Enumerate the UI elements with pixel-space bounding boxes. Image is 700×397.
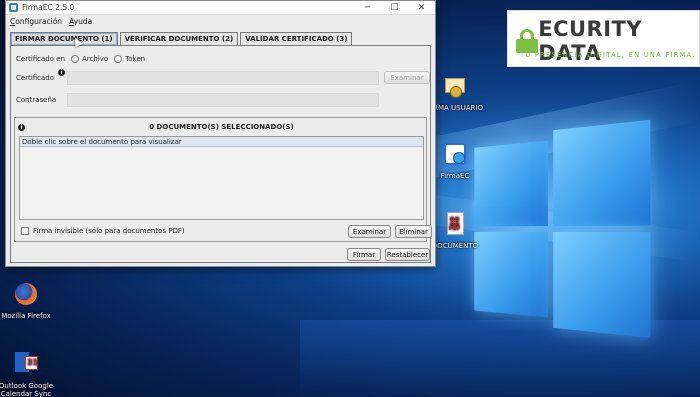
certificate-row: Certificado [16, 74, 54, 82]
invisible-signature-row: Firma invisible (sólo para documentos PD… [21, 227, 185, 235]
menu-label: yuda [73, 17, 93, 26]
minimize-button[interactable]: ─ [354, 1, 381, 15]
documents-panel: i 0 DOCUMENTO(S) SELECCIONADO(S) Doble c… [14, 117, 432, 242]
desktop-icon-label: Mozilla Firefox [1, 312, 51, 320]
radio-token-label: Token [125, 55, 146, 63]
certificate-source-label: Certificado en [16, 55, 66, 63]
password-field[interactable] [67, 93, 379, 107]
certificate-field[interactable] [67, 71, 379, 85]
invisible-signature-label: Firma invisible (sólo para documentos PD… [33, 227, 185, 235]
browse-documents-button[interactable]: Examinar [348, 225, 391, 238]
brand-tagline: TU PRESENCIA DIGITAL, EN UNA FIRMA. [520, 51, 696, 59]
sign-button[interactable]: Firmar [347, 248, 381, 261]
firefox-icon [12, 280, 40, 308]
tab-strip: FIRMAR DOCUMENTO (1) VERIFICAR DOCUMENTO… [10, 32, 354, 45]
remove-document-button[interactable]: Eliminar [395, 225, 432, 238]
password-label: Contraseña [16, 96, 57, 104]
certificate-envelope-icon [441, 72, 469, 100]
documents-list[interactable]: Doble clic sobre el documento para visua… [19, 136, 424, 220]
desktop-icon-firefox[interactable]: Mozilla Firefox [0, 280, 56, 320]
sign-tab-panel: Certificado en Archivo Token i Certifica… [10, 45, 432, 263]
info-icon: i [58, 69, 65, 76]
close-button[interactable]: ✕ [408, 1, 435, 15]
maximize-button[interactable]: ☐ [381, 1, 408, 15]
documents-hint-row[interactable]: Doble clic sobre el documento para visua… [20, 137, 423, 147]
radio-archivo-label: Archivo [82, 55, 109, 63]
lock-logo-icon [516, 29, 538, 53]
browse-certificate-button[interactable]: Examinar [384, 71, 430, 84]
pdf-file-icon: ⌘ PDF [441, 210, 469, 238]
outlook-calendar-icon: 31 [12, 350, 40, 378]
window-title: FirmaEC 2.5.0 [22, 3, 75, 12]
reset-button[interactable]: Restablecer [385, 248, 430, 261]
desktop-icon-outlook-sync[interactable]: 31 Outlook Google Calendar Sync [0, 350, 56, 397]
windows-logo-wallpaper [474, 119, 652, 341]
app-icon [9, 3, 18, 12]
menu-configuracion[interactable]: Configuración [10, 17, 62, 26]
invisible-signature-checkbox[interactable] [21, 227, 29, 235]
radio-archivo[interactable] [71, 55, 80, 63]
tab-verificar-documento[interactable]: VERIFICAR DOCUMENTO (2) [119, 32, 239, 45]
security-data-banner: ECURITY DATA TU PRESENCIA DIGITAL, EN UN… [507, 10, 700, 67]
radio-token[interactable] [114, 55, 123, 63]
menu-bar: Configuración Ayuda [6, 15, 435, 28]
documents-count-title: 0 DOCUMENTO(S) SELECCIONADO(S) [149, 123, 294, 131]
menu-ayuda[interactable]: Ayuda [69, 17, 92, 26]
firmaec-window: FirmaEC 2.5.0 ─ ☐ ✕ Configuración Ayuda … [5, 0, 436, 267]
menu-label: onfiguración [15, 17, 63, 26]
tab-validar-certificado[interactable]: VALIDAR CERTIFICADO (3) [240, 32, 353, 45]
certificate-label: Certificado [16, 74, 55, 82]
certificate-source-row: Certificado en Archivo Token [16, 55, 145, 63]
title-bar[interactable]: FirmaEC 2.5.0 ─ ☐ ✕ [6, 1, 435, 15]
password-row: Contraseña [16, 96, 56, 104]
desktop-icon-label: Outlook Google Calendar Sync [0, 382, 54, 397]
firmaec-app-icon [441, 140, 469, 168]
tab-firmar-documento[interactable]: FIRMAR DOCUMENTO (1) [10, 32, 118, 45]
